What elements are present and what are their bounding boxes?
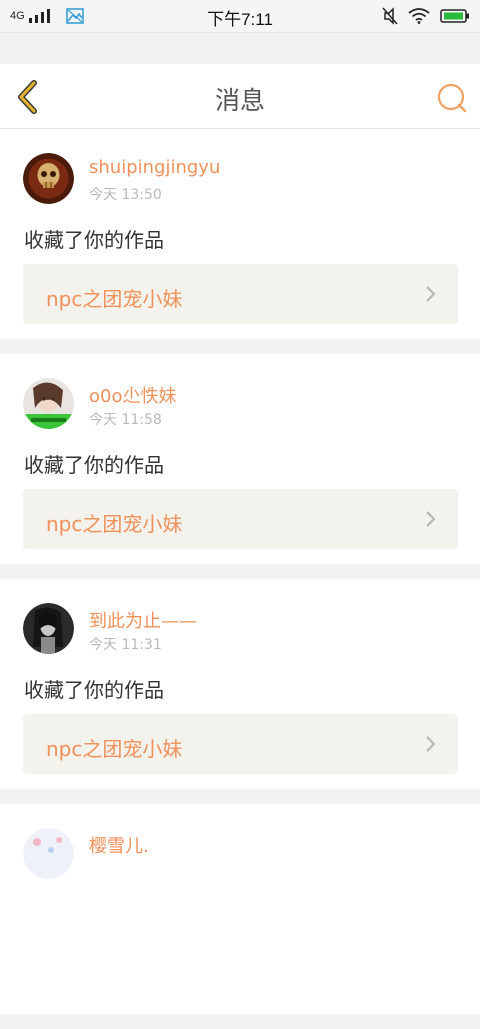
- message-card: 樱雪儿.: [0, 804, 480, 1014]
- work-link[interactable]: npc之团宠小妹: [23, 489, 458, 549]
- message-card: shuipingjingyu 今天 13:50 收藏了你的作品 npc之团宠小妹: [0, 129, 480, 339]
- timestamp: 今天 11:31: [89, 637, 162, 653]
- header-bar: 消息: [0, 64, 480, 129]
- page-title: 消息: [214, 86, 265, 115]
- message-card: o0o尐怢妹 今天 11:58 收藏了你的作品 npc之团宠小妹: [0, 354, 480, 564]
- username[interactable]: 樱雪儿.: [89, 832, 149, 858]
- avatar[interactable]: [23, 153, 74, 204]
- wifi-icon: [408, 8, 430, 24]
- search-icon[interactable]: [436, 82, 468, 114]
- timestamp: 今天 13:50: [89, 187, 162, 203]
- action-text: 收藏了你的作品: [24, 453, 164, 477]
- chevron-right-icon: [426, 511, 436, 527]
- avatar[interactable]: [23, 378, 74, 429]
- message-list: shuipingjingyu 今天 13:50 收藏了你的作品 npc之团宠小妹…: [0, 129, 480, 1029]
- chevron-right-icon: [426, 736, 436, 752]
- username[interactable]: shuipingjingyu: [89, 157, 220, 178]
- work-title: npc之团宠小妹: [46, 512, 183, 536]
- chevron-right-icon: [426, 286, 436, 302]
- work-link[interactable]: npc之团宠小妹: [23, 714, 458, 774]
- message-card: 到此为止—— 今天 11:31 收藏了你的作品 npc之团宠小妹: [0, 579, 480, 789]
- username[interactable]: 到此为止——: [89, 607, 197, 633]
- status-right: [372, 6, 470, 26]
- work-link[interactable]: npc之团宠小妹: [23, 264, 458, 324]
- action-text: 收藏了你的作品: [24, 228, 164, 252]
- action-text: 收藏了你的作品: [24, 678, 164, 702]
- battery-icon: [440, 9, 469, 23]
- work-title: npc之团宠小妹: [46, 287, 183, 311]
- avatar[interactable]: [23, 603, 74, 654]
- work-title: npc之团宠小妹: [46, 737, 183, 761]
- status-bar: 4G 下午7:11: [0, 0, 480, 33]
- mute-icon: [382, 7, 398, 25]
- username[interactable]: o0o尐怢妹: [89, 382, 176, 408]
- timestamp: 今天 11:58: [89, 412, 162, 428]
